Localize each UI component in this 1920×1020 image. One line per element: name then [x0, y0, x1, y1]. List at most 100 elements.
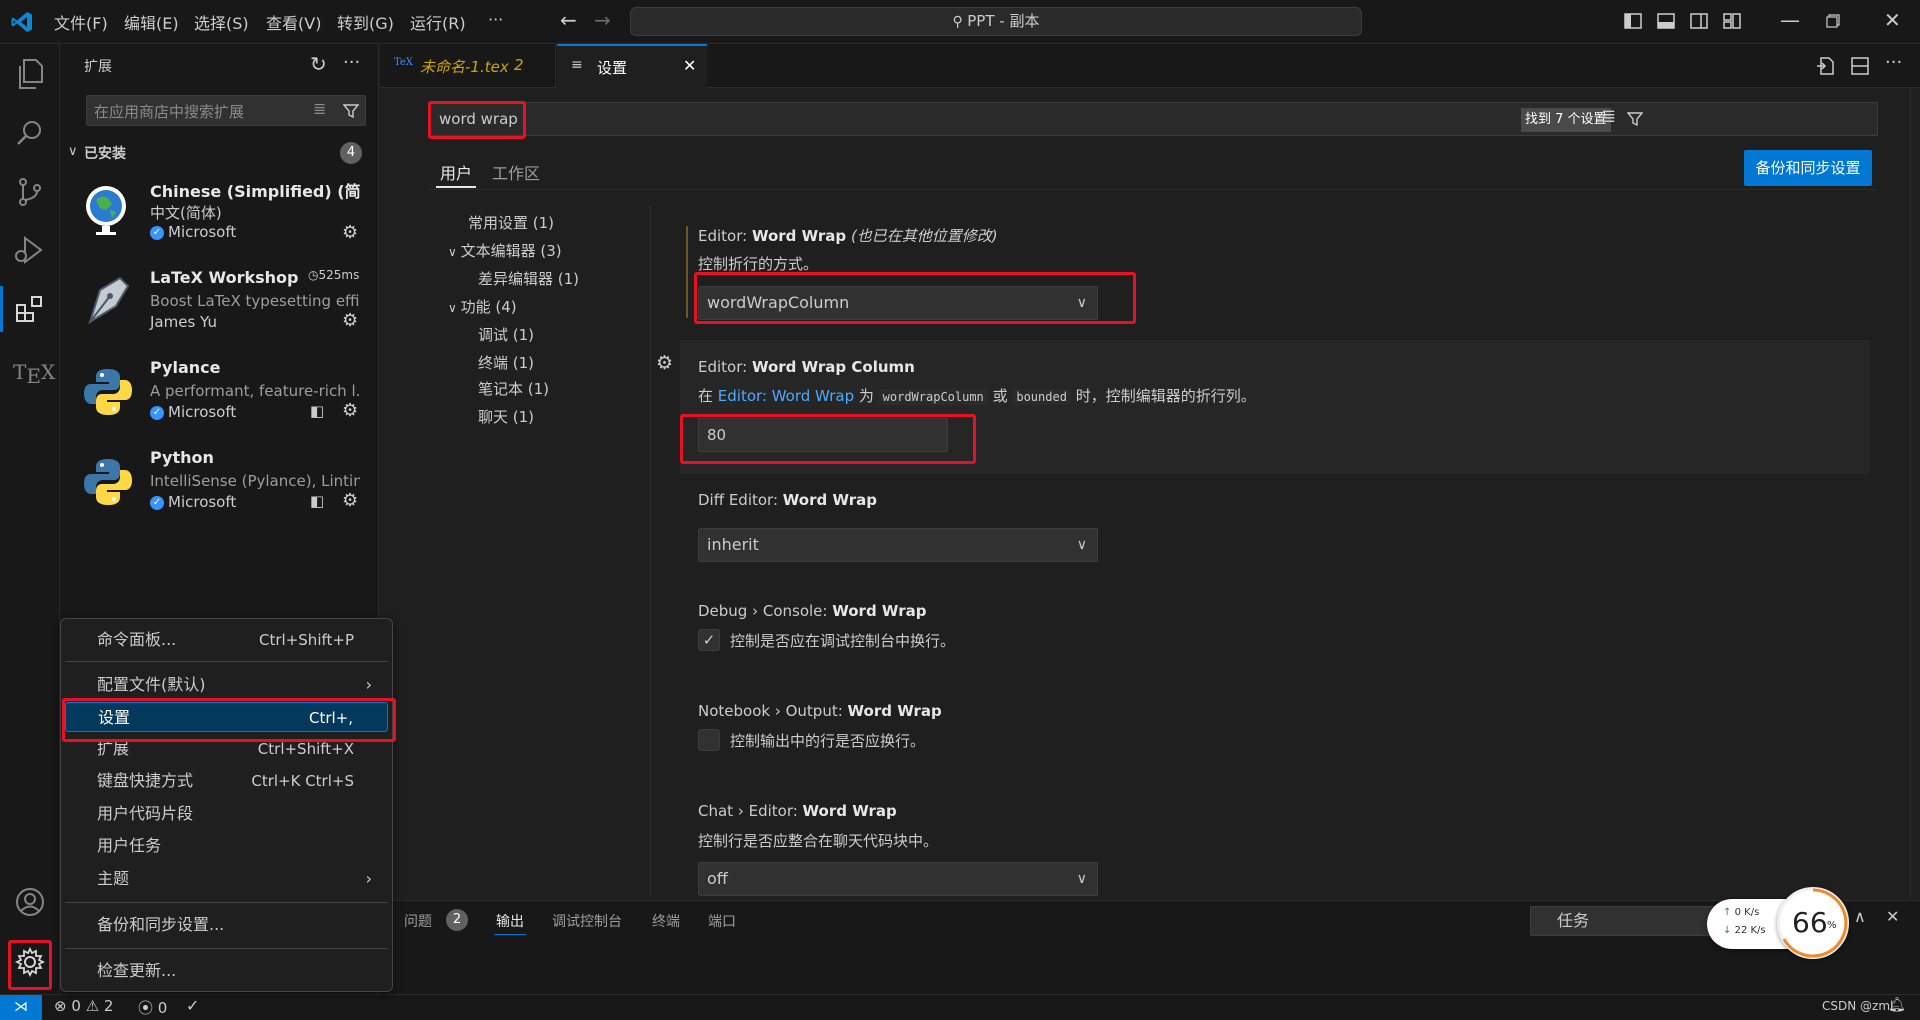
panel-tab-output[interactable]: 输出	[496, 911, 524, 931]
toc-item-debug[interactable]: 调试 (1)	[478, 324, 534, 345]
menu-separator	[65, 661, 388, 662]
tex-icon[interactable]: TEX	[13, 360, 55, 388]
editor-scrollbar[interactable]	[1910, 88, 1920, 898]
split-editor-icon[interactable]	[1850, 56, 1870, 76]
menu-run[interactable]: 运行(R)	[410, 10, 466, 34]
chevron-down-icon[interactable]: ∨	[68, 144, 78, 159]
setting-link[interactable]: Editor: Word Wrap	[718, 387, 854, 405]
source-control-icon[interactable]	[15, 176, 45, 208]
toc-item-common[interactable]: 常用设置 (1)	[468, 212, 554, 233]
command-center-search[interactable]: ⚲ PPT - 副本	[630, 7, 1362, 36]
close-tab-icon[interactable]: ✕	[683, 56, 696, 75]
toc-item-terminal[interactable]: 终端 (1)	[478, 352, 534, 373]
output-channel-select[interactable]: 任务	[1530, 906, 1722, 936]
toc-item-chat[interactable]: 聊天 (1)	[478, 406, 534, 427]
debug-console-word-wrap-checkbox[interactable]: ✓	[698, 629, 720, 651]
toggle-secondary-sidebar-icon[interactable]	[1690, 12, 1708, 30]
extension-gear-icon[interactable]: ⚙	[342, 490, 358, 511]
network-speed-widget[interactable]: ↑ 0 K/s ↓ 22 K/s 66 %	[1707, 887, 1849, 959]
explorer-icon[interactable]	[15, 58, 45, 90]
menu-edit[interactable]: 编辑(E)	[124, 10, 179, 34]
toc-item-diff-editor[interactable]: 差异编辑器 (1)	[478, 268, 579, 289]
extension-search-input[interactable]: 在应用商店中搜索扩展 ≣	[86, 95, 366, 126]
checkmark-icon[interactable]: ✓	[186, 996, 199, 1015]
extension-item-chinese[interactable]: Chinese (Simplified) (简体... 中文(简体) ✓ Mic…	[60, 172, 378, 262]
customize-layout-icon[interactable]	[1723, 12, 1741, 30]
accounts-icon[interactable]	[14, 886, 46, 918]
backup-sync-button[interactable]: 备份和同步设置	[1744, 150, 1872, 186]
menu-item-keyboard-shortcuts[interactable]: 键盘快捷方式 Ctrl+K Ctrl+S	[65, 766, 388, 796]
settings-search-input[interactable]: word wrap 找到 7 个设置 ≣	[428, 102, 1878, 136]
chat-word-wrap-select[interactable]: off ∨	[698, 862, 1098, 896]
notifications-bell-icon[interactable]: 🔔︎	[1888, 997, 1906, 1013]
clear-filter-icon[interactable]: ≣	[313, 99, 326, 118]
close-window-icon[interactable]: ✕	[1884, 8, 1901, 32]
toc-item-features[interactable]: ∨ 功能 (4)	[448, 296, 517, 317]
search-icon[interactable]	[15, 118, 45, 148]
scope-tab-workspace[interactable]: 工作区	[492, 160, 540, 184]
setting-gear-icon[interactable]: ⚙	[656, 352, 673, 374]
tab-untitled-tex[interactable]: TeX 未命名-1.tex 2	[380, 44, 556, 87]
menu-selection[interactable]: 选择(S)	[194, 10, 249, 34]
menu-item-backup-sync[interactable]: 备份和同步设置...	[65, 910, 388, 940]
editor-tab-bar: TeX 未命名-1.tex 2 ≡ 设置 ✕ ···	[380, 44, 1920, 88]
bottom-panel: 问题 2 输出 调试控制台 终端 端口 任务 ∧ ✕	[380, 900, 1920, 994]
menu-item-user-tasks[interactable]: 用户任务	[65, 831, 388, 861]
menu-item-command-palette[interactable]: 命令面板... Ctrl+Shift+P	[65, 625, 388, 655]
clear-search-icon[interactable]: ≣	[1601, 106, 1616, 127]
extension-name: Python	[150, 448, 214, 467]
extension-gear-icon[interactable]: ⚙	[342, 310, 358, 331]
menu-item-profiles[interactable]: 配置文件(默认) ›	[65, 670, 388, 700]
toggle-primary-sidebar-icon[interactable]	[1624, 12, 1642, 30]
installed-section-label[interactable]: 已安装	[84, 143, 126, 163]
scope-tab-user[interactable]: 用户	[440, 160, 472, 184]
panel-tab-problems[interactable]: 问题	[404, 911, 432, 931]
filter-icon[interactable]	[343, 103, 359, 119]
extension-item-latex-workshop[interactable]: LaTeX Workshop ◷525ms Boost LaTeX typese…	[60, 262, 378, 352]
restore-icon[interactable]	[1826, 14, 1840, 28]
problems-status[interactable]: ⊗ 0 ⚠ 2	[54, 997, 113, 1015]
extension-item-python[interactable]: Python IntelliSense (Pylance), Lintin...…	[60, 442, 378, 532]
split-icon[interactable]: ◧	[310, 402, 324, 420]
notebook-output-word-wrap-checkbox[interactable]	[698, 729, 720, 751]
setting-modified-note[interactable]: (也已在其他位置修改)	[851, 227, 998, 245]
menu-item-themes[interactable]: 主题 ›	[65, 864, 388, 894]
toc-item-notebook[interactable]: 笔记本 (1)	[478, 378, 549, 399]
back-arrow-icon[interactable]: ←	[560, 8, 577, 32]
more-editor-actions-icon[interactable]: ···	[1885, 52, 1902, 73]
panel-tab-terminal[interactable]: 终端	[652, 911, 680, 931]
filter-settings-icon[interactable]	[1627, 111, 1643, 127]
settings-editor: word wrap 找到 7 个设置 ≣ 用户 工作区 备份和同步设置 常用设置…	[380, 88, 1920, 900]
menu-item-check-updates[interactable]: 检查更新...	[65, 956, 388, 986]
extension-gear-icon[interactable]: ⚙	[342, 222, 358, 243]
select-value: off	[707, 869, 728, 888]
run-and-debug-icon[interactable]	[13, 234, 45, 266]
split-icon[interactable]: ◧	[310, 492, 324, 510]
refresh-icon[interactable]: ↻	[310, 52, 327, 76]
forward-arrow-icon[interactable]: →	[594, 8, 611, 32]
panel-tab-debug-console[interactable]: 调试控制台	[552, 911, 622, 931]
remote-indicator-icon[interactable]: ⋊	[0, 995, 42, 1020]
menu-file[interactable]: 文件(F)	[54, 10, 108, 34]
panel-tab-ports[interactable]: 端口	[708, 911, 736, 931]
menu-go[interactable]: 转到(G)	[337, 10, 394, 34]
extension-item-pylance[interactable]: Pylance A performant, feature-rich l... …	[60, 352, 378, 442]
menu-item-user-snippets[interactable]: 用户代码片段	[65, 799, 388, 829]
more-actions-icon[interactable]: ···	[343, 52, 360, 73]
toggle-panel-icon[interactable]	[1657, 12, 1675, 30]
maximize-panel-icon[interactable]: ∧	[1854, 907, 1866, 926]
extension-gear-icon[interactable]: ⚙	[342, 400, 358, 421]
menu-view[interactable]: 查看(V)	[266, 10, 321, 34]
highlight-search	[428, 101, 526, 139]
toc-item-text-editor[interactable]: ∨ 文本编辑器 (3)	[448, 240, 562, 261]
open-settings-json-icon[interactable]	[1816, 56, 1836, 76]
close-panel-icon[interactable]: ✕	[1886, 907, 1899, 926]
minimize-icon[interactable]: —	[1780, 8, 1800, 32]
ports-status[interactable]: ⦿ 0	[138, 997, 167, 1018]
pen-nib-icon	[82, 270, 134, 326]
diff-word-wrap-select[interactable]: inherit ∨	[698, 528, 1098, 562]
menu-more[interactable]: ···	[488, 10, 503, 29]
extensions-icon[interactable]	[14, 294, 46, 326]
tab-settings[interactable]: ≡ 设置 ✕	[557, 44, 707, 88]
setting-notebook-output-word-wrap-title: Notebook › Output: Word Wrap	[698, 702, 942, 720]
